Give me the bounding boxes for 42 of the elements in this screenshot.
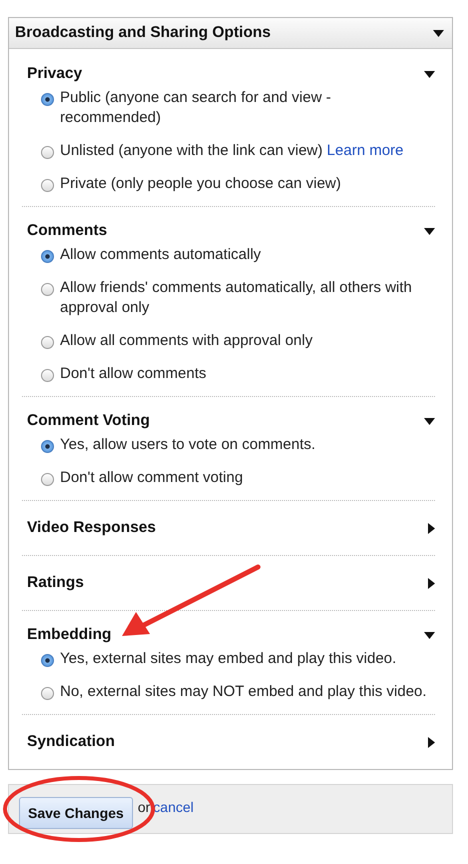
section-title[interactable]: Privacy — [27, 65, 82, 83]
option-label: No, external sites may NOT embed and play this video. — [60, 682, 428, 702]
learn-more-link[interactable]: Learn more — [326, 142, 404, 159]
radio-button[interactable] — [41, 146, 54, 159]
option-label: Public (anyone can search for and view - recommended) — [60, 88, 332, 128]
option-label: Allow comments automatically — [60, 245, 262, 265]
section-title[interactable]: Video Responses — [27, 519, 156, 537]
radio-button[interactable] — [41, 336, 54, 349]
option-label: Don't allow comments — [60, 364, 208, 384]
radio-button[interactable] — [41, 687, 54, 700]
option-label: Yes, external sites may embed and play this video. — [60, 649, 398, 669]
radio-button[interactable] — [41, 473, 54, 486]
or-text: or — [138, 799, 150, 815]
section-title[interactable]: Comments — [27, 222, 108, 240]
section-title[interactable]: Comment Voting — [27, 412, 150, 430]
option-label: Yes, allow users to vote on comments. — [60, 435, 316, 455]
radio-button[interactable] — [41, 250, 54, 263]
caret-right-icon[interactable] — [428, 736, 435, 748]
option-label: Don't allow comment voting — [60, 468, 244, 488]
section-title[interactable]: Embedding — [27, 626, 112, 644]
caret-down-icon[interactable] — [424, 228, 435, 234]
option-label: Unlisted (anyone with the link can view) — [60, 142, 323, 159]
radio-button[interactable] — [41, 93, 54, 106]
radio-button[interactable] — [41, 654, 54, 667]
caret-down-icon[interactable] — [424, 418, 435, 424]
panel-title: Broadcasting and Sharing Options — [15, 24, 271, 42]
caret-right-icon[interactable] — [428, 578, 435, 588]
option-label: Private (only people you choose can view) — [60, 174, 342, 194]
section-title[interactable]: Ratings — [27, 574, 84, 592]
section-title[interactable]: Syndication — [27, 733, 115, 751]
option-label: Allow all comments with approval only — [60, 331, 314, 351]
save-button[interactable]: Save Changes — [19, 797, 133, 829]
radio-button[interactable] — [41, 369, 54, 382]
option-label: Allow friends' comments automatically, all others with approval only — [60, 278, 413, 318]
radio-button[interactable] — [41, 179, 54, 192]
caret-down-icon[interactable] — [424, 70, 435, 78]
caret-down-icon[interactable] — [433, 30, 444, 36]
cancel-link[interactable]: cancel — [153, 799, 194, 815]
caret-right-icon[interactable] — [428, 522, 435, 534]
radio-button[interactable] — [41, 440, 54, 453]
caret-down-icon[interactable] — [424, 632, 435, 638]
radio-button[interactable] — [41, 283, 54, 296]
